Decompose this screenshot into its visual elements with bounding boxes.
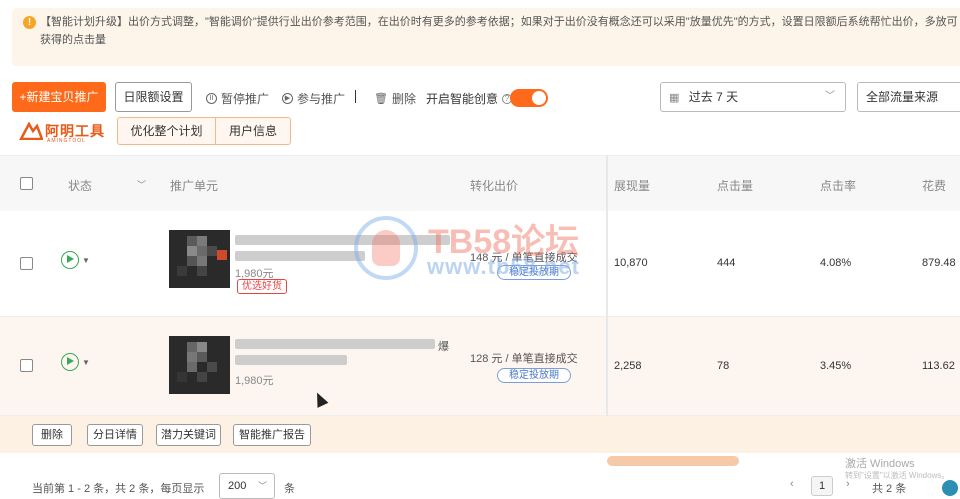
pause-label: 暂停推广: [221, 92, 270, 106]
toolbar-divider: [355, 90, 356, 103]
blurred-title-line: [235, 339, 435, 349]
pagination-unit: 条: [284, 483, 295, 495]
brand-sub: AMINGTOOL: [47, 138, 86, 144]
table-header: 状态 ﹀ 推广单元 转化出价 展现量 点击量 点击率 花费: [0, 155, 960, 211]
batch-delete-button[interactable]: 删除: [32, 424, 72, 446]
play-icon: ▶: [282, 93, 293, 104]
row-checkbox[interactable]: [20, 359, 33, 372]
watermark-logo: [354, 216, 418, 280]
blurred-title-line: [235, 251, 365, 261]
cost-value: 113.62: [922, 360, 955, 372]
new-promotion-button[interactable]: +新建宝贝推广: [12, 82, 106, 112]
clicks-value: 78: [717, 360, 730, 372]
traffic-source-value: 全部流量来源: [866, 90, 939, 104]
windows-activation-subtitle: 转到"设置"以激活 Windows。: [845, 471, 950, 480]
product-thumbnail[interactable]: [169, 230, 230, 288]
trash-icon: 🗑: [374, 93, 388, 105]
calendar-icon: ▦: [669, 92, 680, 104]
chevron-down-icon: ﹀: [825, 91, 835, 102]
header-ctr[interactable]: 点击率: [820, 177, 856, 194]
impressions-value: 2,258: [614, 360, 642, 372]
watermark-url: www.tb58.net: [427, 254, 580, 279]
header-status[interactable]: 状态: [68, 177, 92, 194]
stage-badge: 稳定投放期: [497, 368, 571, 383]
traffic-source-select[interactable]: 全部流量来源: [857, 82, 960, 112]
header-bid: 转化出价: [470, 179, 519, 193]
table-row: ▼ 爆 1,980元 128 元 / 单笔直接成交 稳定投放期 2,258 78…: [0, 317, 960, 416]
delete-button[interactable]: 🗑 删除: [374, 90, 416, 107]
potential-keywords-button[interactable]: 潜力关键词: [156, 424, 221, 446]
pagination-summary: 当前第 1 - 2 条，共 2 条，每页显示: [32, 483, 205, 495]
blurred-title-line: [235, 355, 347, 365]
unit-price: 1,980元: [235, 375, 274, 387]
product-thumbnail[interactable]: [169, 336, 230, 394]
header-clicks[interactable]: 点击量: [717, 177, 753, 194]
smart-report-button[interactable]: 智能推广报告: [233, 424, 311, 446]
frozen-column-divider: [606, 155, 608, 451]
time-range-value: 过去 7 天: [688, 90, 739, 104]
impressions-value: 10,870: [614, 257, 648, 269]
pause-icon: II: [206, 93, 217, 104]
clicks-value: 444: [717, 257, 736, 269]
windows-activation-title: 激活 Windows: [845, 458, 915, 470]
smart-creative-label: 开启智能创意: [426, 92, 499, 106]
pagination-total: 共 2 条: [872, 483, 907, 495]
floating-assistant-icon[interactable]: [942, 480, 958, 496]
header-impressions[interactable]: 展现量: [614, 177, 650, 194]
page-size-select[interactable]: 200 ﹀: [219, 473, 275, 499]
daily-limit-button[interactable]: 日限额设置: [115, 82, 192, 112]
ctr-value: 4.08%: [820, 257, 852, 269]
join-label: 参与推广: [297, 92, 346, 106]
status-active-icon[interactable]: [61, 251, 79, 269]
brand-mark-icon: [19, 122, 43, 140]
header-cost[interactable]: 花费: [922, 177, 946, 194]
smart-creative-toggle[interactable]: [510, 89, 548, 107]
preferred-goods-badge: 优选好货: [237, 279, 287, 294]
status-caret-icon[interactable]: ▼: [82, 256, 90, 265]
cost-value: 879.48: [922, 257, 956, 269]
header-unit: 推广单元: [170, 179, 219, 193]
join-button[interactable]: ▶ 参与推广: [282, 90, 345, 107]
notice-text: 【智能计划升级】出价方式调整，"智能调价"提供行业出价参考范围，在出价时有更多的…: [40, 16, 958, 46]
title-tail: 爆: [438, 341, 449, 353]
status-filter-chevron-icon[interactable]: ﹀: [137, 178, 146, 191]
prev-page-icon[interactable]: ‹: [790, 478, 794, 490]
optimize-plan-button[interactable]: 优化整个计划: [118, 118, 216, 144]
current-page-button[interactable]: 1: [811, 476, 833, 496]
ctr-value: 3.45%: [820, 360, 852, 372]
user-info-button[interactable]: 用户信息: [216, 118, 290, 144]
status-caret-icon[interactable]: ▼: [82, 358, 90, 367]
time-range-select[interactable]: ▦ 过去 7 天 ﹀: [660, 82, 846, 112]
warning-icon: !: [23, 16, 36, 29]
delete-label: 删除: [391, 92, 416, 106]
toggle-knob: [532, 91, 546, 105]
status-active-icon[interactable]: [61, 353, 79, 371]
daily-detail-button[interactable]: 分日详情: [87, 424, 143, 446]
page-size-value: 200: [228, 480, 247, 492]
conversion-bid[interactable]: 128 元 / 单笔直接成交: [470, 350, 578, 366]
page: ! 【智能计划升级】出价方式调整，"智能调价"提供行业出价参考范围，在出价时有更…: [0, 0, 960, 499]
batch-action-bar: [0, 416, 960, 453]
pause-button[interactable]: II 暂停推广: [206, 90, 269, 107]
horizontal-scrollbar[interactable]: [607, 456, 739, 466]
plugin-button-group: 优化整个计划 用户信息: [117, 117, 291, 145]
smart-creative-label-wrap: 开启智能创意 ?: [426, 90, 513, 107]
brand-logo: 阿明工具 AMINGTOOL: [19, 121, 105, 144]
row-checkbox[interactable]: [20, 257, 33, 270]
select-all-checkbox[interactable]: [20, 177, 33, 190]
chevron-down-icon: ﹀: [257, 481, 267, 491]
